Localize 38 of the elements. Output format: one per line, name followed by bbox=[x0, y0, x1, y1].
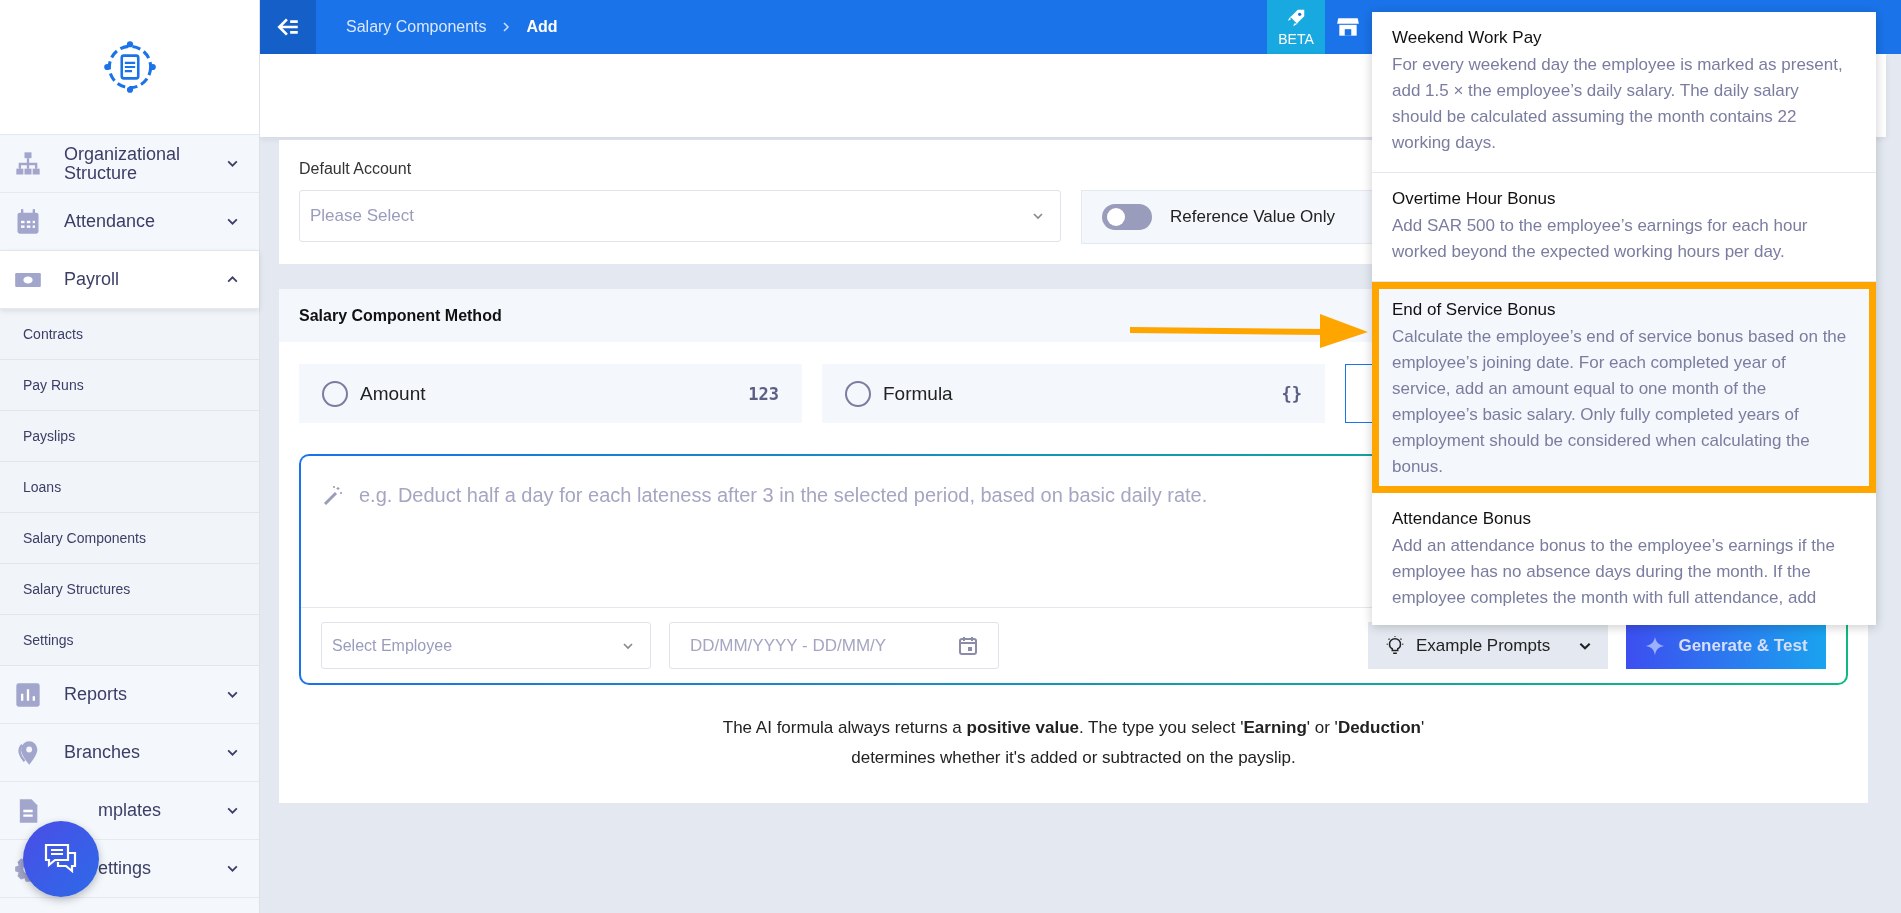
example-prompts-button[interactable]: Example Prompts bbox=[1368, 622, 1608, 669]
submenu-item[interactable]: Salary Components bbox=[0, 513, 259, 564]
prompt-option[interactable]: End of Service Bonus Calculate the employee’s end of service bonus based on the employee’s joining date. For each completed year of service, add an amount equal to one month of the employee’s basic salary. Only fully completed years of employment should be considered when calculating the bonus. bbox=[1372, 282, 1876, 493]
lightbulb-icon bbox=[1384, 634, 1406, 657]
submenu-item[interactable]: Loans bbox=[0, 462, 259, 513]
prompt-option[interactable]: Attendance Bonus Add an attendance bonus to the employee’s earnings if the employee has no absence days during the month. If the employee completes the month with full attendance, add bbox=[1372, 493, 1876, 625]
method-option[interactable]: Amount 123 bbox=[299, 364, 802, 423]
breadcrumb-separator-icon bbox=[500, 22, 511, 32]
method-option[interactable]: Formula {} bbox=[822, 364, 1325, 423]
submenu-item[interactable]: Contracts bbox=[0, 309, 259, 360]
rocket-icon bbox=[1285, 7, 1307, 29]
method-hint: 123 bbox=[748, 383, 779, 404]
submenu-item[interactable]: Settings bbox=[0, 615, 259, 666]
radio-button[interactable] bbox=[845, 380, 871, 407]
chevron-icon bbox=[1032, 210, 1044, 222]
back-button[interactable] bbox=[260, 0, 316, 54]
radio-button[interactable] bbox=[322, 380, 348, 407]
sidebar-item[interactable]: Organizational Structure bbox=[0, 135, 259, 193]
submenu-item[interactable]: Salary Structures bbox=[0, 564, 259, 615]
magic-wand-icon bbox=[321, 484, 345, 508]
sidebar-item[interactable]: Branches bbox=[0, 724, 259, 782]
date-range-field[interactable]: DD/MM/YYYY - DD/MM/Y bbox=[669, 622, 999, 669]
info-text: The AI formula always returns a positive value. The type you select 'Earning' or 'Deduction' determines whether it's added or subtracted on the payslip. bbox=[721, 717, 1426, 769]
method-hint: {} bbox=[1281, 383, 1302, 404]
submenu-item[interactable]: Payslips bbox=[0, 411, 259, 462]
field-label: Default Account bbox=[299, 160, 412, 178]
section-title: Salary Component Method bbox=[299, 306, 502, 325]
prompt-option[interactable]: Weekend Work Pay For every weekend day the employee is marked as present, add 1.5 × the employee’s daily salary. The daily salary should be calculated assuming the month contains 22 working days. bbox=[1372, 12, 1876, 173]
chat-button[interactable] bbox=[23, 821, 99, 897]
sidebar-item[interactable]: Payroll bbox=[0, 251, 259, 309]
breadcrumb-link[interactable]: Salary Components bbox=[346, 18, 487, 36]
hierarchy-icon bbox=[14, 149, 42, 178]
breadcrumb-current: Add bbox=[526, 18, 558, 36]
toggle-switch[interactable] bbox=[1102, 204, 1152, 230]
toggle-label: Reference Value Only bbox=[1170, 207, 1336, 227]
sidebar-item[interactable]: Reports bbox=[0, 666, 259, 724]
bar-chart-icon bbox=[14, 680, 42, 709]
submenu-item[interactable]: Pay Runs bbox=[0, 360, 259, 411]
